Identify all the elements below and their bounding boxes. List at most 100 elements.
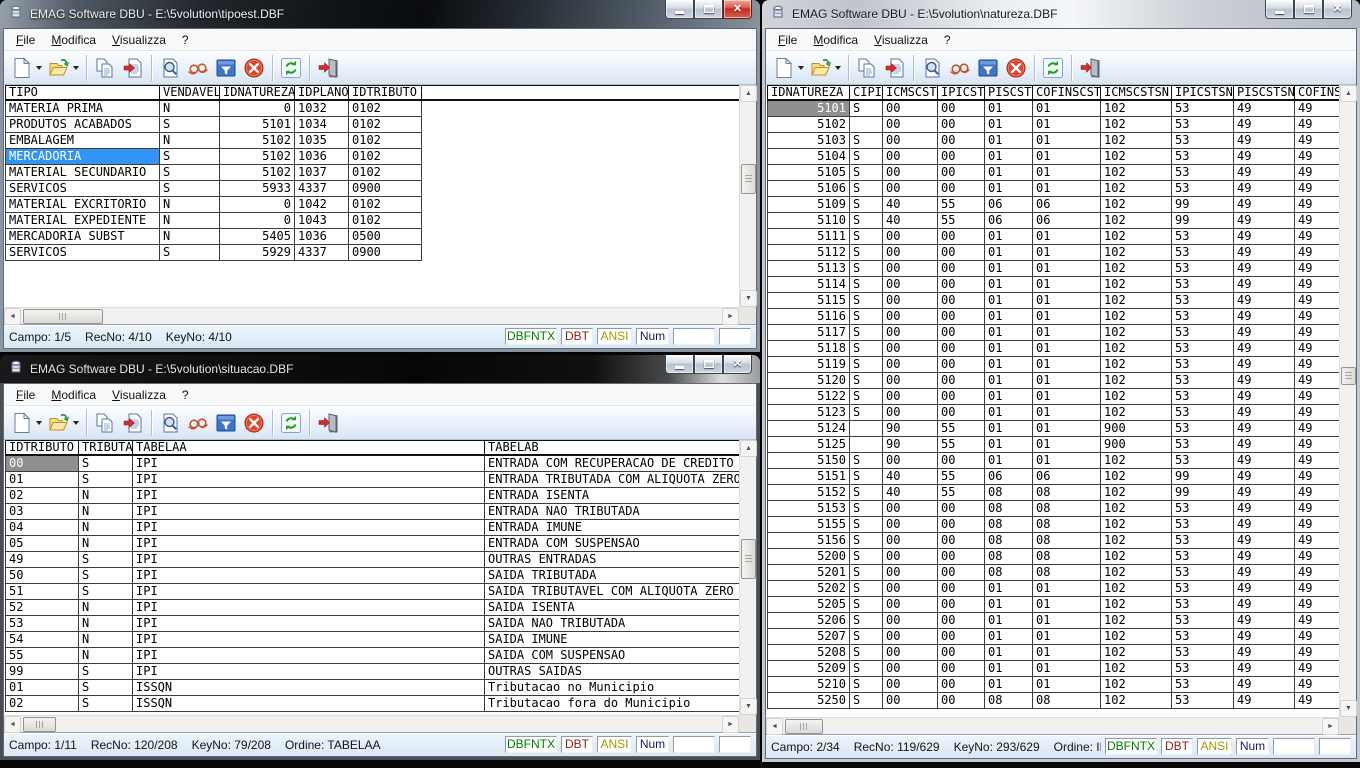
table-cell[interactable]: 49 (1234, 405, 1295, 420)
table-row[interactable]: MATERIA PRIMAN010320102 (5, 101, 422, 117)
scroll-left-icon[interactable]: ◄ (4, 308, 21, 325)
table-cell[interactable]: 5111 (767, 229, 850, 244)
table-row[interactable]: MATERIAL EXPEDIENTEN010430102 (5, 213, 422, 229)
table-row[interactable]: 51SIPISAIDA TRIBUTAVEL COM ALIQUOTA ZERO (5, 584, 739, 600)
menu-item-help[interactable]: ? (936, 31, 959, 49)
table-cell[interactable]: 53 (1172, 181, 1234, 196)
table-cell[interactable]: S (850, 229, 883, 244)
table-row[interactable]: 52NIPISAIDA ISENTA (5, 600, 739, 616)
table-cell[interactable]: 00 (938, 501, 985, 516)
table-cell[interactable]: 00 (938, 293, 985, 308)
close-button[interactable]: ✕ (723, 355, 752, 374)
table-cell[interactable]: S (79, 664, 133, 679)
table-cell[interactable]: 102 (1101, 693, 1172, 708)
table-cell[interactable]: S (850, 389, 883, 404)
table-row[interactable]: 510200000101102534949 (767, 117, 1339, 133)
table-cell[interactable]: S (850, 693, 883, 708)
table-cell[interactable]: S (850, 309, 883, 324)
table-cell[interactable]: 5929 (220, 245, 295, 260)
table-cell[interactable]: 01 (1033, 453, 1101, 468)
table-cell[interactable]: N (79, 616, 133, 631)
table-cell[interactable]: Tributacao fora do Municipio (485, 696, 739, 711)
table-cell[interactable]: 49 (1295, 549, 1339, 564)
table-cell[interactable]: 03 (5, 504, 79, 519)
table-row[interactable]: 02NIPIENTRADA ISENTA (5, 488, 739, 504)
table-cell[interactable]: IPI (133, 504, 485, 519)
table-cell[interactable]: 5104 (767, 149, 850, 164)
table-cell[interactable]: 08 (985, 501, 1033, 516)
table-cell[interactable]: 102 (1101, 261, 1172, 276)
table-cell[interactable]: N (160, 101, 220, 116)
table-cell[interactable]: 49 (1234, 373, 1295, 388)
table-cell[interactable]: ENTRADA COM RECUPERACAO DE CREDITO (485, 456, 739, 471)
table-cell[interactable]: 00 (883, 405, 938, 420)
table-cell[interactable]: 06 (1033, 197, 1101, 212)
table-cell[interactable]: 53 (1172, 133, 1234, 148)
scroll-up-icon[interactable]: ▲ (740, 440, 757, 457)
table-cell[interactable] (850, 117, 883, 132)
exit-button[interactable] (314, 54, 342, 82)
table-cell[interactable]: 1036 (295, 149, 349, 164)
table-cell[interactable]: IPI (133, 632, 485, 647)
table-cell[interactable]: 49 (1295, 565, 1339, 580)
table-cell[interactable]: Tributacao no Municipio (485, 680, 739, 695)
table-cell[interactable]: 900 (1101, 421, 1172, 436)
table-cell[interactable]: 53 (1172, 309, 1234, 324)
table-row[interactable]: 5200S00000808102534949 (767, 549, 1339, 565)
table-row[interactable]: 5156S00000808102534949 (767, 533, 1339, 549)
table-cell[interactable]: 00 (883, 597, 938, 612)
table-cell[interactable]: ISSQN (133, 680, 485, 695)
table-cell[interactable]: S (850, 453, 883, 468)
table-cell[interactable]: IPI (133, 568, 485, 583)
column-header-icmscst[interactable]: ICMSCST (883, 86, 938, 99)
table-cell[interactable]: S (850, 133, 883, 148)
table-cell[interactable]: 5207 (767, 629, 850, 644)
table-cell[interactable]: 5102 (220, 133, 295, 148)
table-row[interactable]: 5110S40550606102994949 (767, 213, 1339, 229)
table-cell[interactable]: 01 (985, 261, 1033, 276)
table-cell[interactable]: 102 (1101, 101, 1172, 116)
table-cell[interactable]: 49 (1295, 661, 1339, 676)
table-cell[interactable]: IPI (133, 664, 485, 679)
table-cell[interactable]: 40 (883, 213, 938, 228)
table-cell[interactable]: 53 (1172, 277, 1234, 292)
table-row[interactable]: 01SISSQNTributacao no Municipio (5, 680, 739, 696)
maximize-button[interactable] (694, 0, 723, 19)
minimize-button[interactable] (665, 0, 694, 19)
table-cell[interactable]: 5150 (767, 453, 850, 468)
table-cell[interactable]: 00 (883, 229, 938, 244)
table-cell[interactable]: 99 (1172, 469, 1234, 484)
table-cell[interactable]: 102 (1101, 645, 1172, 660)
table-row[interactable]: 512590550101900534949 (767, 437, 1339, 453)
table-cell[interactable]: 99 (1172, 213, 1234, 228)
table-cell[interactable]: 49 (1295, 261, 1339, 276)
refresh-button[interactable] (277, 54, 305, 82)
table-cell[interactable]: 00 (883, 181, 938, 196)
table-cell[interactable]: 01 (985, 629, 1033, 644)
table-cell[interactable]: 102 (1101, 229, 1172, 244)
table-cell[interactable]: 5152 (767, 485, 850, 500)
table-cell[interactable]: 49 (1295, 117, 1339, 132)
table-cell[interactable]: 00 (938, 165, 985, 180)
table-cell[interactable]: 102 (1101, 357, 1172, 372)
table-cell[interactable]: 01 (985, 117, 1033, 132)
table-cell[interactable]: 53 (1172, 325, 1234, 340)
table-cell[interactable]: 49 (1295, 581, 1339, 596)
table-cell[interactable]: 01 (1033, 149, 1101, 164)
table-cell[interactable]: 00 (938, 405, 985, 420)
minimize-button[interactable] (1265, 0, 1294, 19)
table-cell[interactable]: 53 (1172, 613, 1234, 628)
table-cell[interactable]: 5153 (767, 501, 850, 516)
menu-item-modifica[interactable]: Modifica (43, 31, 104, 49)
table-cell[interactable]: 49 (1295, 485, 1339, 500)
table-cell[interactable]: 102 (1101, 549, 1172, 564)
table-cell[interactable]: 01 (1033, 661, 1101, 676)
maximize-button[interactable] (694, 355, 723, 374)
table-cell[interactable]: 49 (1295, 517, 1339, 532)
table-cell[interactable]: 90 (883, 421, 938, 436)
table-cell[interactable]: 0102 (349, 165, 422, 180)
table-cell[interactable]: 5115 (767, 293, 850, 308)
table-cell[interactable]: 49 (1234, 629, 1295, 644)
table-row[interactable]: 5119S00000101102534949 (767, 357, 1339, 373)
table-cell[interactable]: N (79, 632, 133, 647)
